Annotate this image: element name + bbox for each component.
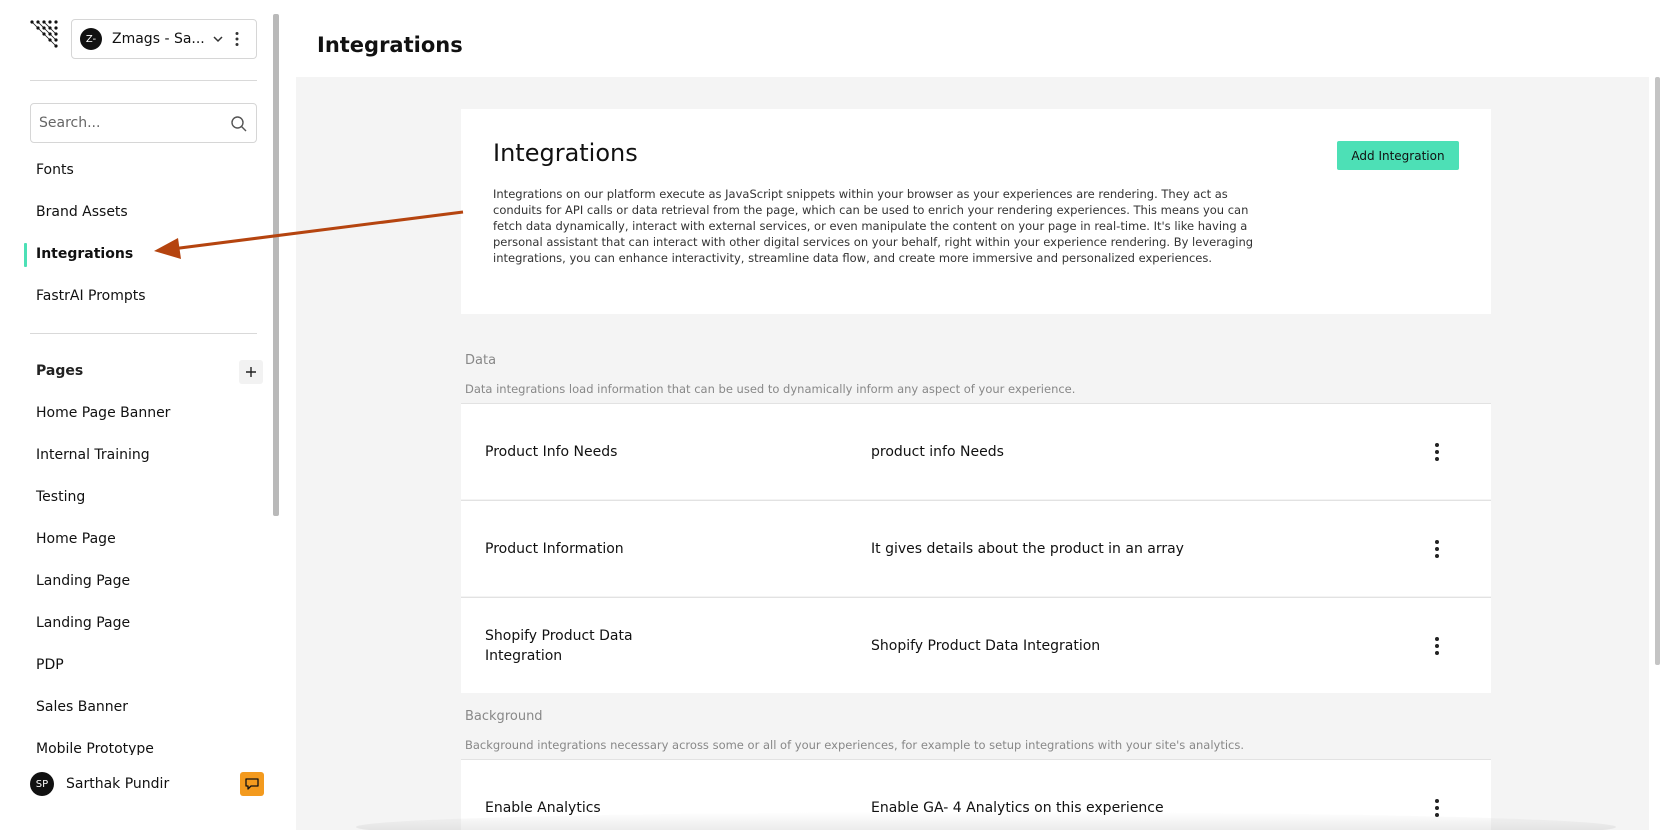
section-subtitle-background: Background integrations necessary across…: [465, 738, 1245, 752]
plus-icon: [246, 367, 256, 377]
page-item[interactable]: Home Page Banner: [36, 405, 170, 421]
sidebar-divider: [30, 333, 257, 334]
sidebar: Z- Zmags - Sa... Fonts Brand Assets Inte…: [0, 0, 296, 830]
integration-name: Product Information: [485, 540, 624, 557]
page-item[interactable]: PDP: [36, 657, 64, 673]
section-title-data: Data: [465, 353, 497, 368]
intro-card: Integrations Add Integration Integration…: [461, 109, 1491, 314]
page-item[interactable]: Landing Page: [36, 573, 130, 589]
top-bar: Integrations: [296, 0, 1661, 77]
sidebar-scrollbar[interactable]: [273, 14, 279, 516]
search-field[interactable]: [30, 103, 257, 143]
integration-name: Product Info Needs: [485, 443, 618, 460]
page-title: Integrations: [317, 33, 463, 57]
intro-title: Integrations: [493, 139, 638, 167]
sidebar-item-brand-assets[interactable]: Brand Assets: [36, 204, 128, 220]
sidebar-item-integrations[interactable]: Integrations: [36, 246, 133, 262]
page-item[interactable]: Sales Banner: [36, 699, 128, 715]
section-title-background: Background: [465, 709, 543, 724]
org-avatar: Z-: [80, 28, 102, 50]
page-item[interactable]: Testing: [36, 489, 85, 505]
integration-name: Shopify Product Data Integration: [485, 627, 633, 664]
sidebar-divider: [30, 80, 257, 81]
search-input[interactable]: [39, 115, 219, 131]
sidebar-item-fonts[interactable]: Fonts: [36, 162, 74, 178]
integration-description: product info Needs: [871, 443, 1004, 460]
search-icon[interactable]: [230, 115, 248, 133]
sidebar-item-fastrai-prompts[interactable]: FastrAI Prompts: [36, 288, 146, 304]
main-content: Integrations Add Integration Integration…: [296, 77, 1649, 830]
avatar: SP: [30, 772, 54, 796]
kebab-menu-icon[interactable]: [1427, 440, 1447, 464]
user-profile[interactable]: SP Sarthak Pundir: [30, 770, 270, 798]
kebab-menu-icon[interactable]: [234, 31, 240, 47]
page-item[interactable]: Internal Training: [36, 447, 150, 463]
intro-description: Integrations on our platform execute as …: [493, 187, 1254, 265]
integration-description: It gives details about the product in an…: [871, 540, 1184, 557]
pages-section-title: Pages: [36, 363, 84, 379]
organization-selector[interactable]: Z- Zmags - Sa...: [71, 19, 257, 59]
page-item[interactable]: Landing Page: [36, 615, 130, 631]
add-integration-button[interactable]: Add Integration: [1337, 141, 1459, 170]
integration-description: Shopify Product Data Integration: [871, 637, 1101, 654]
app-logo-icon[interactable]: [30, 20, 62, 52]
section-subtitle-data: Data integrations load information that …: [465, 382, 1076, 396]
page-item[interactable]: Home Page: [36, 531, 116, 547]
org-name: Zmags - Sa...: [112, 31, 205, 47]
add-page-button[interactable]: [239, 360, 263, 384]
page-item[interactable]: Mobile Prototype: [36, 741, 154, 755]
chat-button[interactable]: [240, 772, 264, 796]
chat-bubble-icon: [245, 778, 259, 790]
integration-row[interactable]: Shopify Product Data Integration Shopify…: [461, 597, 1491, 693]
integration-row[interactable]: Product Information It gives details abo…: [461, 500, 1491, 596]
chevron-down-icon: [213, 36, 223, 43]
integration-row[interactable]: Product Info Needs product info Needs: [461, 403, 1491, 499]
kebab-menu-icon[interactable]: [1427, 537, 1447, 561]
kebab-menu-icon[interactable]: [1427, 634, 1447, 658]
active-indicator: [24, 243, 27, 267]
main-scrollbar[interactable]: [1655, 77, 1660, 665]
user-name: Sarthak Pundir: [66, 776, 170, 792]
